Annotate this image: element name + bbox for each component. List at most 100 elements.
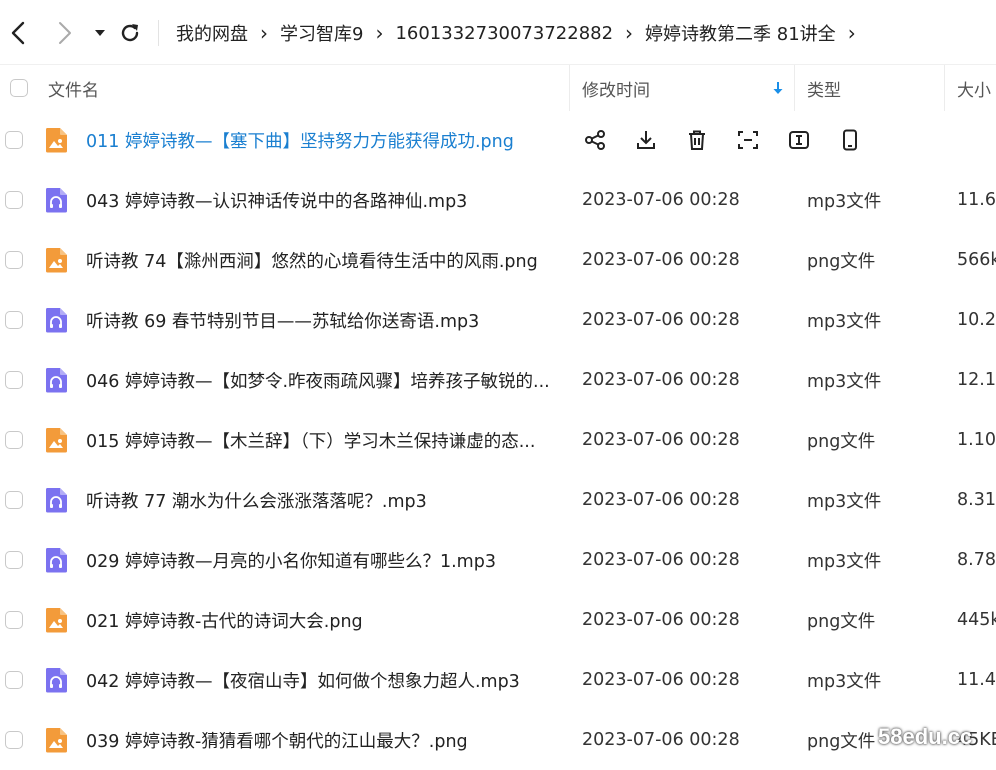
select-all-checkbox[interactable] <box>10 65 28 111</box>
text-extract-icon[interactable] <box>786 127 812 153</box>
row-checkbox[interactable] <box>5 431 23 449</box>
column-divider <box>944 65 945 111</box>
file-modified-time: 2023-07-06 00:28 <box>582 670 740 690</box>
file-name[interactable]: 021 婷婷诗教-古代的诗词大会.png <box>86 590 560 650</box>
audio-file-icon <box>44 187 68 213</box>
file-modified-time: 2023-07-06 00:28 <box>582 190 740 210</box>
column-header-name[interactable]: 文件名 <box>48 65 99 111</box>
breadcrumb: 我的网盘 › 学习智库9 › 1601332730073722882 › 婷婷诗… <box>176 20 868 46</box>
file-size: 11.6 <box>957 190 996 210</box>
file-modified-time: 2023-07-06 00:28 <box>582 730 740 750</box>
audio-file-icon <box>44 487 68 513</box>
file-size: 445k <box>957 610 996 630</box>
file-row[interactable]: 015 婷婷诗教—【木兰辞】（下）学习木兰保持谦虚的态... 2023-07-06… <box>0 410 996 470</box>
breadcrumb-separator-icon: › <box>625 21 634 45</box>
column-header-type[interactable]: 类型 <box>807 65 841 111</box>
history-dropdown-button[interactable] <box>85 18 115 48</box>
sort-arrow-icon[interactable] <box>772 65 784 111</box>
row-checkbox[interactable] <box>5 491 23 509</box>
row-checkbox[interactable] <box>5 251 23 269</box>
row-action-bar <box>582 127 888 153</box>
column-divider <box>569 65 570 111</box>
audio-file-icon <box>44 667 68 693</box>
row-checkbox[interactable] <box>5 731 23 749</box>
file-size: 8.31 <box>957 490 996 510</box>
scan-icon[interactable] <box>735 127 761 153</box>
breadcrumb-separator-icon: › <box>375 21 384 45</box>
breadcrumb-item-root[interactable]: 我的网盘 <box>176 20 248 46</box>
file-modified-time: 2023-07-06 00:28 <box>582 610 740 630</box>
file-type: mp3文件 <box>807 191 882 212</box>
file-name[interactable]: 011 婷婷诗教—【塞下曲】坚持努力方能获得成功.png <box>86 110 560 170</box>
audio-file-icon <box>44 547 68 573</box>
file-modified-time: 2023-07-06 00:28 <box>582 430 740 450</box>
file-size: 8.78 <box>957 550 996 570</box>
image-file-icon <box>44 727 68 753</box>
file-modified-time: 2023-07-06 00:28 <box>582 310 740 330</box>
file-type: png文件 <box>807 731 876 752</box>
watermark: 58edu.cc <box>878 724 973 749</box>
row-checkbox[interactable] <box>5 191 23 209</box>
image-file-icon <box>44 607 68 633</box>
forward-button[interactable] <box>50 18 80 48</box>
file-name[interactable]: 043 婷婷诗教—认识神话传说中的各路神仙.mp3 <box>86 170 560 230</box>
audio-file-icon <box>44 307 68 333</box>
file-name[interactable]: 042 婷婷诗教—【夜宿山寺】如何做个想象力超人.mp3 <box>86 650 560 710</box>
chevron-right-icon <box>59 22 71 44</box>
file-row[interactable]: 029 婷婷诗教—月亮的小名你知道有哪些么？1.mp3 2023-07-06 00… <box>0 530 996 590</box>
chevron-left-icon <box>11 21 25 45</box>
toolbar-divider <box>158 20 159 46</box>
audio-file-icon <box>44 367 68 393</box>
caret-down-icon <box>95 30 105 36</box>
share-icon[interactable] <box>582 127 608 153</box>
file-name[interactable]: 029 婷婷诗教—月亮的小名你知道有哪些么？1.mp3 <box>86 530 560 590</box>
back-button[interactable] <box>3 18 33 48</box>
file-row[interactable]: 021 婷婷诗教-古代的诗词大会.png 2023-07-06 00:28 png文… <box>0 590 996 650</box>
file-row[interactable]: 011 婷婷诗教—【塞下曲】坚持努力方能获得成功.png <box>0 110 996 170</box>
file-name[interactable]: 039 婷婷诗教-猜猜看哪个朝代的江山最大？.png <box>86 710 560 770</box>
row-checkbox[interactable] <box>5 671 23 689</box>
file-modified-time: 2023-07-06 00:28 <box>582 370 740 390</box>
file-size: 566k <box>957 250 996 270</box>
breadcrumb-item[interactable]: 1601332730073722882 <box>395 23 613 44</box>
row-checkbox[interactable] <box>5 371 23 389</box>
file-row[interactable]: 046 婷婷诗教—【如梦令.昨夜雨疏风骤】培养孩子敏锐的... 2023-07-0… <box>0 350 996 410</box>
column-header-time[interactable]: 修改时间 <box>582 65 650 111</box>
file-modified-time: 2023-07-06 00:28 <box>582 550 740 570</box>
breadcrumb-item[interactable]: 学习智库9 <box>280 20 363 46</box>
refresh-button[interactable] <box>115 18 145 48</box>
row-checkbox[interactable] <box>5 311 23 329</box>
row-checkbox[interactable] <box>5 551 23 569</box>
file-name[interactable]: 015 婷婷诗教—【木兰辞】（下）学习木兰保持谦虚的态... <box>86 410 560 470</box>
file-name[interactable]: 听诗教 77 潮水为什么会涨涨落落呢？.mp3 <box>86 470 560 530</box>
file-row[interactable]: 039 婷婷诗教-猜猜看哪个朝代的江山最大？.png 2023-07-06 00:… <box>0 710 996 770</box>
column-divider <box>794 65 795 111</box>
row-checkbox[interactable] <box>5 611 23 629</box>
file-name[interactable]: 听诗教 69 春节特别节目——苏轼给你送寄语.mp3 <box>86 290 560 350</box>
file-type: mp3文件 <box>807 551 882 572</box>
image-file-icon <box>44 247 68 273</box>
image-file-icon <box>44 427 68 453</box>
file-row[interactable]: 听诗教 74【滁州西涧】悠然的心境看待生活中的风雨.png 2023-07-06 … <box>0 230 996 290</box>
file-type: png文件 <box>807 431 876 452</box>
row-checkbox[interactable] <box>5 131 23 149</box>
delete-icon[interactable] <box>684 127 710 153</box>
column-header-size[interactable]: 大小 <box>957 65 991 111</box>
file-size: 10.2 <box>957 310 996 330</box>
file-row[interactable]: 听诗教 69 春节特别节目——苏轼给你送寄语.mp3 2023-07-06 00:… <box>0 290 996 350</box>
file-row[interactable]: 听诗教 77 潮水为什么会涨涨落落呢？.mp3 2023-07-06 00:28 m… <box>0 470 996 530</box>
file-type: mp3文件 <box>807 491 882 512</box>
file-modified-time: 2023-07-06 00:28 <box>582 250 740 270</box>
download-icon[interactable] <box>633 127 659 153</box>
file-row[interactable]: 043 婷婷诗教—认识神话传说中的各路神仙.mp3 2023-07-06 00:2… <box>0 170 996 230</box>
phone-icon[interactable] <box>837 127 863 153</box>
file-row[interactable]: 042 婷婷诗教—【夜宿山寺】如何做个想象力超人.mp3 2023-07-06 0… <box>0 650 996 710</box>
file-name[interactable]: 听诗教 74【滁州西涧】悠然的心境看待生活中的风雨.png <box>86 230 560 290</box>
file-name[interactable]: 046 婷婷诗教—【如梦令.昨夜雨疏风骤】培养孩子敏锐的... <box>86 350 560 410</box>
file-type: mp3文件 <box>807 311 882 332</box>
file-modified-time: 2023-07-06 00:28 <box>582 490 740 510</box>
file-size: 12.1 <box>957 370 996 390</box>
file-list-header: 文件名 修改时间 类型 大小 <box>0 64 996 111</box>
breadcrumb-item-current[interactable]: 婷婷诗教第二季 81讲全 <box>645 20 836 46</box>
file-type: png文件 <box>807 611 876 632</box>
